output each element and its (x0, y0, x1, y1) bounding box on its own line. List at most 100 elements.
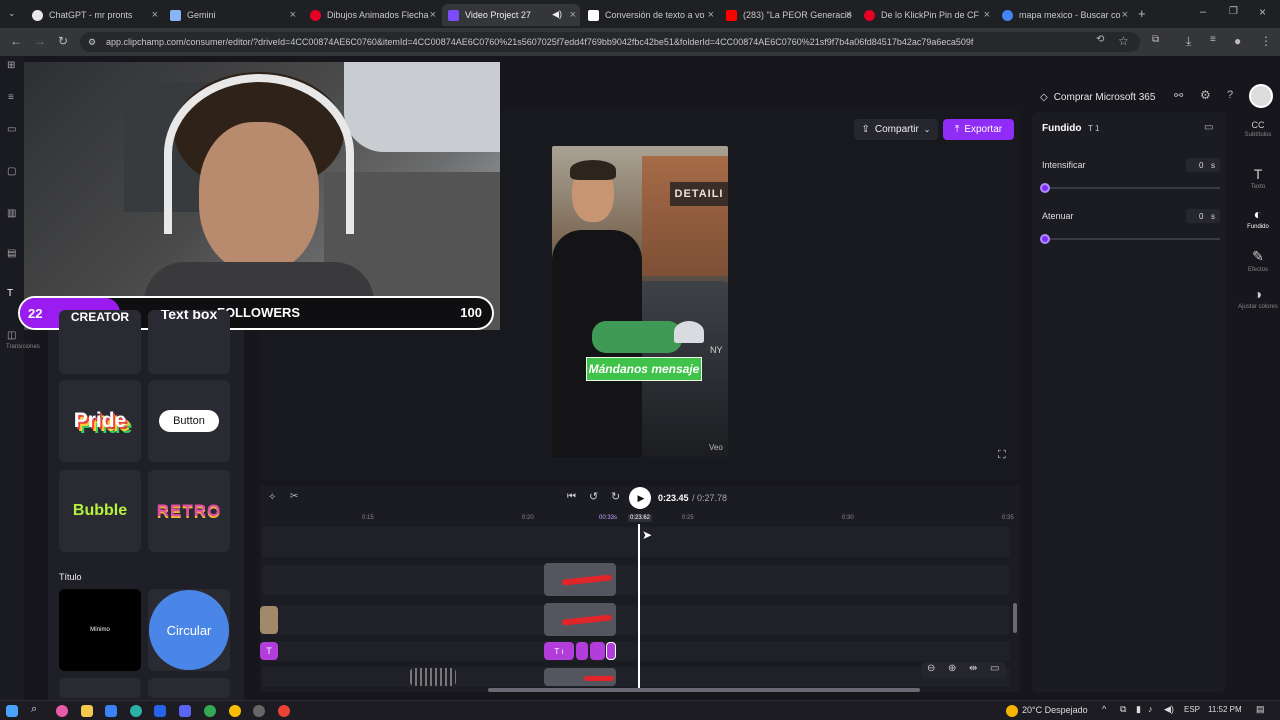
fade-out-slider[interactable] (1046, 238, 1220, 240)
rail-subtitles[interactable]: CC Subtítulos (1236, 120, 1280, 138)
export-button[interactable]: ⤒ Exportar (943, 119, 1014, 140)
download-icon[interactable]: ⤓ (1186, 34, 1191, 49)
tab-mapa[interactable]: mapa mexico - Buscar co × (996, 4, 1132, 26)
tab-klickpin[interactable]: De lo KlickPin Pin de CF × (858, 4, 994, 26)
store-icon[interactable] (105, 705, 117, 717)
speaker-icon[interactable]: ◀) (1164, 704, 1174, 715)
text-clip[interactable] (590, 642, 605, 660)
template-button[interactable]: Button (148, 380, 230, 462)
fade-in-slider[interactable] (1046, 187, 1220, 189)
close-icon[interactable]: × (290, 9, 296, 21)
new-tab-icon[interactable]: + (1138, 6, 1146, 21)
rail-fade[interactable]: ◐ Fundido (1236, 206, 1280, 230)
split-scissors-icon[interactable]: ✂ (290, 491, 298, 502)
weather-icon[interactable] (1006, 705, 1018, 717)
arrow-clip[interactable] (544, 668, 616, 686)
battery-icon[interactable]: ▮ (1136, 704, 1141, 715)
timeline-track-2[interactable] (262, 565, 1010, 595)
menu-icon[interactable]: ⋮ (1260, 34, 1272, 48)
fit-icon[interactable]: ⇹ (969, 663, 977, 674)
reload-icon[interactable]: ↻ (58, 34, 68, 48)
skip-back-icon[interactable]: ⏮ (567, 491, 576, 502)
close-icon[interactable]: × (1122, 9, 1128, 21)
expand-timeline-icon[interactable]: ▭ (990, 663, 999, 674)
timeline-track-5[interactable] (262, 667, 1010, 687)
clock[interactable]: 11:52 PM (1208, 705, 1242, 714)
apps-icon[interactable]: ⊞ (7, 60, 15, 71)
tab-list-icon[interactable]: ⌄ (8, 8, 16, 19)
media-icon[interactable]: ≡ (1210, 34, 1216, 45)
timeline-track-4[interactable] (262, 641, 1010, 661)
settings-gear-icon[interactable]: ⚙ (1200, 88, 1211, 102)
zoom-out-icon[interactable]: ⊖ (927, 663, 935, 674)
tab-chatgpt[interactable]: ChatGPT - mr pronts × (26, 4, 162, 26)
play-button[interactable]: ▶ (629, 487, 651, 509)
tab-video-project[interactable]: Video Project 27 ◀) × (442, 4, 580, 26)
templates-rail-icon[interactable]: ▤ (7, 248, 16, 259)
translate-icon[interactable]: ⟲ (1096, 34, 1104, 45)
tab-gemini[interactable]: Gemini × (164, 4, 300, 26)
rail-text[interactable]: T Texto (1236, 166, 1280, 190)
app-icon[interactable] (253, 705, 265, 717)
text-clip[interactable]: T (260, 642, 278, 660)
text-clip[interactable]: T ı (544, 642, 574, 660)
notifications-icon[interactable]: ▤ (1256, 704, 1265, 715)
timeline-vertical-scrollbar[interactable] (1013, 603, 1017, 633)
transitions-icon[interactable]: ◫ (7, 330, 16, 341)
text-rail-icon[interactable]: T (7, 288, 13, 299)
tab-conversion[interactable]: Conversión de texto a vo × (582, 4, 718, 26)
maximize-icon[interactable]: ❐ (1229, 6, 1238, 17)
chrome-icon[interactable] (229, 705, 241, 717)
collapse-panel-icon[interactable]: ▭ (1204, 122, 1213, 133)
timeline-track-1[interactable] (262, 527, 1010, 557)
close-window-icon[interactable]: × (1259, 5, 1266, 19)
fade-out-value-field[interactable]: 0 s (1186, 209, 1220, 223)
tab-dibujos[interactable]: Dibujos Animados Flecha × (304, 4, 440, 26)
forward-5-icon[interactable]: ↻ (611, 490, 620, 503)
language-indicator[interactable]: ESP (1184, 705, 1200, 714)
audio-clip[interactable] (410, 668, 456, 686)
buy-m365-button[interactable]: ◇ Comprar Microsoft 365 (1040, 90, 1155, 104)
menu-icon[interactable]: ≡ (8, 92, 14, 103)
close-icon[interactable]: × (570, 9, 576, 21)
bookmark-star-icon[interactable]: ☆ (1118, 34, 1129, 48)
record-rail-icon[interactable]: ▢ (7, 166, 16, 177)
edge-icon[interactable] (130, 705, 142, 717)
fade-in-slider-thumb[interactable] (1040, 183, 1050, 193)
forward-icon[interactable]: → (34, 34, 46, 48)
share-link-icon[interactable]: ⚯ (1174, 89, 1183, 102)
template-more-2[interactable] (148, 678, 230, 698)
playhead[interactable] (638, 524, 640, 688)
template-more-1[interactable] (59, 678, 141, 698)
file-explorer-icon[interactable] (81, 705, 93, 717)
chrome-icon[interactable] (204, 705, 216, 717)
avatar[interactable] (1249, 84, 1273, 108)
tab-youtube[interactable]: (283) "La PEOR Generació × (720, 4, 856, 26)
template-minimo[interactable]: Mínimo (59, 589, 141, 671)
network-icon[interactable]: ⧉ (1120, 704, 1126, 715)
template-retro[interactable]: RETRO (148, 470, 230, 552)
magic-icon[interactable]: ✧ (268, 492, 276, 503)
rail-color[interactable]: ◑ Ajustar colores (1236, 286, 1280, 310)
mic-icon[interactable]: ♪ (1148, 704, 1153, 714)
discord-icon[interactable] (179, 705, 191, 717)
site-info-icon[interactable]: ⚙ (88, 32, 96, 52)
zoom-in-icon[interactable]: ⊕ (948, 663, 956, 674)
close-icon[interactable]: × (708, 9, 714, 21)
search-icon[interactable]: ⌕ (31, 703, 37, 716)
template-circular[interactable]: Circular (148, 589, 230, 671)
fade-out-slider-thumb[interactable] (1040, 234, 1050, 244)
library-rail-icon[interactable]: ▥ (7, 208, 16, 219)
copilot-icon[interactable] (56, 705, 68, 717)
template-creator[interactable]: CREATOR (59, 310, 141, 374)
text-clip[interactable] (606, 642, 616, 660)
chrome-icon[interactable] (278, 705, 290, 717)
fade-in-value-field[interactable]: 0 s (1186, 158, 1220, 172)
fullscreen-icon[interactable]: ⛶ (998, 449, 1006, 462)
close-icon[interactable]: × (430, 9, 436, 21)
profile-icon[interactable]: ● (1234, 34, 1241, 48)
template-pride[interactable]: Pride (59, 380, 141, 462)
close-icon[interactable]: × (846, 9, 852, 21)
tray-chevron-icon[interactable]: ^ (1102, 704, 1106, 714)
timeline-horizontal-scrollbar[interactable] (488, 688, 920, 692)
